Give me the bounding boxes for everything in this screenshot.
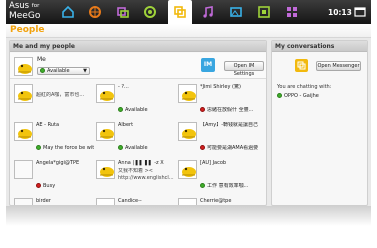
- contact-status-text: Available: [125, 107, 148, 113]
- games-icon[interactable]: [140, 2, 160, 22]
- avatar: [178, 122, 197, 141]
- clock: 10:13: [328, 8, 352, 17]
- avatar: [14, 84, 33, 103]
- me-and-my-people-panel: Me and my people Me Available ▼ IM Open …: [9, 40, 267, 206]
- reflection-shadow: [6, 206, 371, 226]
- contact-name: Anna | ▌▌ ▌▌ -z X: [118, 160, 164, 166]
- contact-card[interactable]: 【Amy】-轉钱就是讓自己最快找長的捷楼~ 可能要是湖AMA看過要...: [178, 122, 258, 160]
- open-im-settings-button[interactable]: Open IM Settings: [224, 61, 264, 77]
- contact-card[interactable]: [AU] Jacob 工作 意有效率咖...: [178, 160, 258, 198]
- avatar: [14, 122, 33, 141]
- messenger-icon: [295, 59, 308, 72]
- contact-card[interactable]: Albert Available: [96, 122, 176, 160]
- avatar: [14, 160, 33, 179]
- contact-status: 可能要是湖AMA看過要...: [200, 145, 258, 151]
- contact-name: birder: [36, 198, 51, 204]
- contact-name: - ?...: [118, 84, 129, 90]
- my-conversations-panel: My conversations Open Messenger You are …: [271, 40, 368, 206]
- page-title: People: [10, 25, 45, 35]
- contact-status-text: Busy: [43, 183, 56, 189]
- avatar: [178, 198, 197, 205]
- available-status-icon: [200, 183, 205, 188]
- apps-icon[interactable]: [282, 2, 302, 22]
- contact-status: Available: [118, 145, 176, 151]
- contact-card[interactable]: Angela*gigi@TPE Busy: [14, 160, 94, 198]
- busy-status-icon: [200, 145, 205, 150]
- contact-message: 超紅的A咖，富市也...: [36, 92, 85, 98]
- contact-card[interactable]: AE - Ruta May the force be wit...: [14, 122, 94, 160]
- contact-card[interactable]: - ?... Available: [96, 84, 176, 122]
- contact-card[interactable]: Candice--: [96, 198, 176, 205]
- busy-status-icon: [200, 107, 205, 112]
- avatar: [96, 198, 115, 205]
- music-icon[interactable]: [198, 2, 218, 22]
- photos-icon[interactable]: [226, 2, 246, 22]
- contact-name: 【Amy】-轉钱就是讓自己最快找長的捷楼~: [200, 122, 258, 128]
- presence-selector[interactable]: Available ▼: [37, 67, 90, 75]
- contact-card[interactable]: birder: [14, 198, 94, 205]
- page-header: People: [6, 24, 371, 38]
- contact-name: Candice--: [118, 198, 142, 204]
- avatar: [14, 198, 33, 205]
- brand-logo: Asus for MeeGo: [9, 1, 41, 21]
- me-section: Me Available ▼ IM Open IM Settings: [10, 53, 266, 79]
- top-toolbar: Asus for MeeGo 10:13: [6, 0, 371, 24]
- contact-status-text: 思緒在放假什 全豐...: [207, 107, 254, 113]
- panel-title: My conversations: [272, 41, 367, 52]
- home-icon[interactable]: [58, 2, 78, 22]
- contact-status: May the force be wit...: [36, 145, 94, 151]
- me-name: Me: [37, 56, 46, 63]
- available-status-icon: [277, 93, 282, 98]
- contact-status-text: Available: [125, 145, 148, 151]
- available-status-icon: [118, 145, 123, 150]
- available-status-icon: [118, 107, 123, 112]
- contact-name: [AU] Jacob: [200, 160, 227, 166]
- contact-card[interactable]: Anna | ▌▌ ▌▌ -z X 又我不知着 >< http://www.eng…: [96, 160, 176, 198]
- contact-status-text: 工作 意有效率咖...: [207, 183, 249, 189]
- avatar: [96, 160, 115, 179]
- contact-status-text: 可能要是湖AMA看過要...: [207, 145, 258, 151]
- panel-title: Me and my people: [10, 41, 266, 52]
- im-logo-icon: IM: [201, 58, 215, 72]
- chevron-down-icon: ▼: [83, 68, 87, 74]
- contact-status: Busy: [36, 183, 94, 189]
- contact-name: *Jimi Shirley (驚): [200, 84, 241, 90]
- web-icon[interactable]: [254, 2, 274, 22]
- contact-status: Available: [118, 107, 176, 113]
- contact-name: Cherrie@tpe: [200, 198, 232, 204]
- avatar: [178, 84, 197, 103]
- contact-name: Albert: [118, 122, 134, 128]
- available-status-icon: [36, 145, 41, 150]
- contact-card[interactable]: Cherrie@tpe: [178, 198, 258, 205]
- status-icon[interactable]: [85, 2, 105, 22]
- avatar: [178, 160, 197, 179]
- meego-window: Asus for MeeGo 10:13 People Me and my pe…: [6, 0, 371, 206]
- contact-card[interactable]: 超紅的A咖，富市也...: [14, 84, 94, 122]
- contacts-grid: 超紅的A咖，富市也... - ?... Available *Jimi Shirley…: [10, 80, 266, 205]
- avatar[interactable]: [14, 57, 33, 76]
- conversation-item[interactable]: OPPO - Gaijhe: [277, 93, 319, 99]
- window-icon[interactable]: [350, 2, 370, 22]
- contact-status: 工作 意有效率咖...: [200, 183, 258, 189]
- available-status-icon: [40, 68, 45, 73]
- contact-status-text: May the force be wit...: [43, 145, 94, 151]
- avatar: [96, 84, 115, 103]
- busy-status-icon: [36, 183, 41, 188]
- chatting-label: You are chatting with:: [277, 84, 332, 90]
- open-messenger-button[interactable]: Open Messenger: [316, 61, 361, 71]
- contact-message: 又我不知着 >< http://www.englishcl...: [118, 168, 174, 181]
- avatar: [96, 122, 115, 141]
- people-icon[interactable]: [168, 0, 192, 24]
- people-icon[interactable]: [113, 2, 133, 22]
- contact-status: 思緒在放假什 全豐...: [200, 107, 258, 113]
- contact-name: AE - Ruta: [36, 122, 60, 128]
- contact-name: Angela*gigi@TPE: [36, 160, 80, 166]
- contact-card[interactable]: *Jimi Shirley (驚) 思緒在放假什 全豐...: [178, 84, 258, 122]
